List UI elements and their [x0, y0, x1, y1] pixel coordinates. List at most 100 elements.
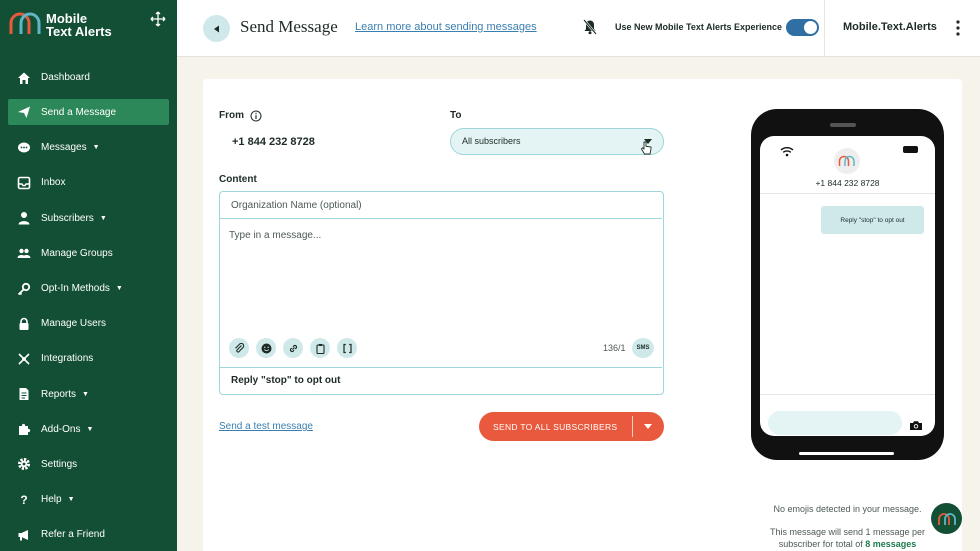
message-textarea[interactable]: Type in a message... [229, 230, 321, 241]
learn-more-link[interactable]: Learn more about sending messages [355, 21, 537, 33]
home-icon [17, 71, 31, 85]
to-label: To [450, 110, 462, 121]
to-selected-value: All subscribers [462, 136, 521, 146]
new-experience-toggle[interactable] [786, 19, 819, 36]
help-chat-button[interactable] [931, 503, 962, 534]
new-experience-label: Use New Mobile Text Alerts Experience [615, 22, 783, 32]
logo-mark-icon [838, 155, 855, 166]
sidebar-item-label: Add-Ons [41, 423, 81, 435]
sidebar-nav: Dashboard Send a Message Messages ▼ Inbo… [8, 60, 169, 551]
sidebar-item-integrations[interactable]: Integrations [8, 341, 169, 376]
from-label: From [219, 110, 244, 121]
sidebar-item-manage-users[interactable]: Manage Users [8, 306, 169, 341]
group-icon [17, 246, 31, 260]
brackets-icon [342, 343, 352, 353]
sidebar-item-settings[interactable]: Settings [8, 447, 169, 482]
link-icon [289, 344, 297, 352]
sidebar-item-label: Manage Users [41, 318, 107, 330]
chevron-down-icon: ▼ [82, 390, 89, 398]
integrations-icon [17, 352, 31, 366]
logo-mark-icon [8, 10, 42, 40]
back-arrow-icon [213, 25, 219, 32]
clipboard-icon [315, 343, 325, 354]
logo-mark-icon [937, 512, 956, 525]
sidebar-item-help[interactable]: ? Help ▼ [8, 482, 169, 517]
optout-text: Reply "stop" to opt out [231, 375, 341, 386]
merge-field-button[interactable] [337, 338, 357, 358]
megaphone-icon [17, 528, 31, 542]
inbox-icon [17, 176, 31, 190]
attach-button[interactable] [229, 338, 249, 358]
back-button[interactable] [203, 15, 230, 42]
emoji-icon [261, 343, 271, 353]
sidebar-item-label: Reports [41, 388, 77, 400]
gear-icon [17, 457, 31, 471]
from-number: +1 844 232 8728 [232, 136, 315, 148]
send-message-card: From +1 844 232 8728 To All subscribers … [203, 79, 962, 551]
message-editor: Organization Name (optional) Type in a m… [219, 191, 664, 395]
sidebar-item-manage-groups[interactable]: Manage Groups [8, 236, 169, 271]
sidebar-item-refer-a-friend[interactable]: Refer a Friend [8, 517, 169, 551]
paperclip-icon [234, 342, 244, 353]
camera-icon [909, 418, 923, 430]
brand-logo[interactable]: Mobile Text Alerts [8, 10, 112, 40]
chevron-down-icon: ▼ [115, 285, 123, 293]
page-title: Send Message [240, 17, 338, 36]
sidebar-item-reports[interactable]: Reports ▼ [8, 377, 169, 412]
organization-name-input[interactable]: Organization Name (optional) [220, 192, 662, 219]
chevron-down-icon: ▼ [67, 496, 75, 504]
to-select[interactable]: All subscribers [450, 128, 664, 155]
send-to-all-button[interactable]: SEND TO ALL SUBSCRIBERS [479, 412, 664, 441]
key-icon [17, 282, 31, 296]
account-name: Mobile.Text.Alerts [843, 21, 937, 33]
sidebar-item-label: Opt-In Methods [41, 283, 110, 295]
send-options-dropdown[interactable] [644, 424, 652, 429]
emoji-button[interactable] [256, 338, 276, 358]
sidebar-item-dashboard[interactable]: Dashboard [8, 60, 169, 95]
chevron-down-icon: ▼ [86, 425, 94, 433]
editor-toolbar [229, 338, 364, 358]
link-button[interactable] [283, 338, 303, 358]
sidebar-item-label: Send a Message [41, 106, 117, 118]
optout-footer: Reply "stop" to opt out [220, 367, 662, 394]
phone-screen: +1 844 232 8728 Reply "stop" to opt out [760, 136, 935, 436]
sidebar-item-opt-in-methods[interactable]: Opt-In Methods ▼ [8, 271, 169, 306]
info-icon[interactable] [250, 109, 262, 122]
sidebar-item-inbox[interactable]: Inbox [8, 165, 169, 200]
phone-preview: +1 844 232 8728 Reply "stop" to opt out [751, 109, 944, 460]
wifi-icon [780, 144, 794, 157]
send-button-label: SEND TO ALL SUBSCRIBERS [493, 422, 618, 432]
sidebar-item-send-a-message[interactable]: Send a Message [8, 99, 169, 126]
chevron-down-icon: ▼ [92, 144, 100, 152]
organization-name-placeholder: Organization Name (optional) [231, 200, 362, 211]
sidebar-item-messages[interactable]: Messages ▼ [8, 130, 169, 165]
preview-input [768, 411, 902, 435]
sidebar-item-label: Integrations [41, 353, 94, 365]
template-button[interactable] [310, 338, 330, 358]
hand-cursor-icon [640, 141, 652, 155]
sidebar-item-label: Manage Groups [41, 247, 113, 259]
help-icon: ? [20, 492, 28, 507]
sidebar-item-label: Messages [41, 142, 87, 154]
puzzle-icon [17, 422, 31, 436]
send-test-message-link[interactable]: Send a test message [219, 421, 313, 432]
message-bubble: Reply "stop" to opt out [821, 206, 924, 234]
brand-line-2: Text Alerts [46, 24, 112, 39]
send-icon [17, 105, 31, 119]
sidebar-item-label: Subscribers [41, 212, 94, 224]
top-header: Send Message Learn more about sending me… [177, 0, 980, 57]
sidebar-item-add-ons[interactable]: Add-Ons ▼ [8, 412, 169, 447]
kebab-menu-icon[interactable] [956, 20, 960, 36]
account-menu[interactable]: Mobile.Text.Alerts [824, 0, 980, 56]
lock-icon [17, 317, 31, 331]
user-icon [17, 211, 31, 225]
sidebar: Mobile Text Alerts Dashboard Send a Mess… [0, 0, 177, 551]
sms-badge: SMS [632, 338, 654, 358]
divider [760, 193, 935, 194]
bell-off-icon[interactable] [583, 19, 597, 35]
phone-home-bar [799, 452, 894, 455]
divider [760, 394, 935, 395]
move-icon[interactable] [150, 11, 166, 27]
sidebar-item-label: Inbox [41, 177, 66, 189]
sidebar-item-subscribers[interactable]: Subscribers ▼ [8, 201, 169, 236]
